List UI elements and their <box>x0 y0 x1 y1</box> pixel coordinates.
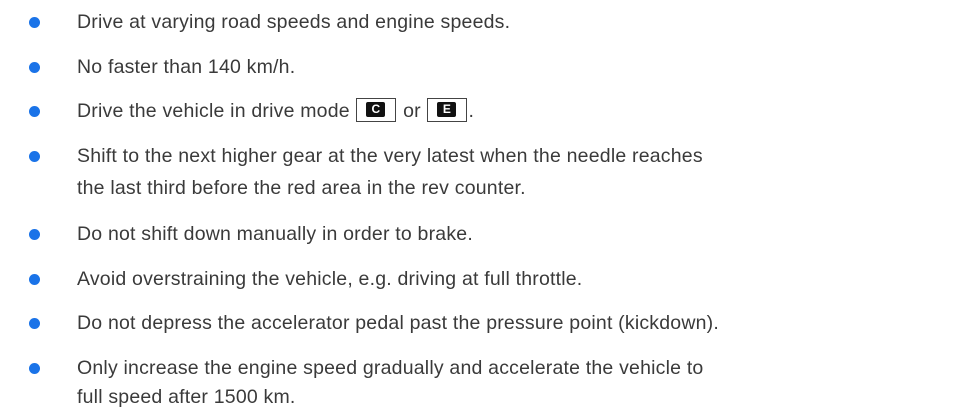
drive-mode-suffix: . <box>468 100 475 122</box>
list-item-text: Do not shift down manually in order to b… <box>77 223 473 245</box>
bullet-icon <box>29 17 40 28</box>
list-item-text: Drive the vehicle in drive mode C or E. <box>77 95 957 127</box>
drive-mode-prefix: Drive the vehicle in drive mode <box>77 100 350 122</box>
list-item-text-line1: Shift to the next higher gear at the ver… <box>77 145 703 167</box>
list-item-text-line2: full speed after 1500 km. <box>77 386 296 408</box>
list-item-text: Do not depress the accelerator pedal pas… <box>77 312 719 334</box>
drive-mode-e-key-icon: E <box>427 98 468 122</box>
bullet-icon <box>29 106 40 117</box>
list-item-text: Drive at varying road speeds and engine … <box>77 11 511 33</box>
drive-mode-c-label: C <box>366 102 386 117</box>
bullet-icon <box>29 62 40 73</box>
drive-mode-connector: or <box>403 100 421 122</box>
bullet-icon <box>29 318 40 329</box>
list-item-text: No faster than 140 km/h. <box>77 56 296 78</box>
drive-mode-e-label: E <box>437 102 457 117</box>
list-item-text-line1: Only increase the engine speed gradually… <box>77 357 704 379</box>
drive-mode-c-key-icon: C <box>356 98 397 122</box>
bullet-icon <box>29 229 40 240</box>
bullet-icon <box>29 151 40 162</box>
bullet-icon <box>29 363 40 374</box>
list-item-text: Avoid overstraining the vehicle, e.g. dr… <box>77 268 583 290</box>
bullet-icon <box>29 274 40 285</box>
list-item-text-line2: the last third before the red area in th… <box>77 177 526 199</box>
